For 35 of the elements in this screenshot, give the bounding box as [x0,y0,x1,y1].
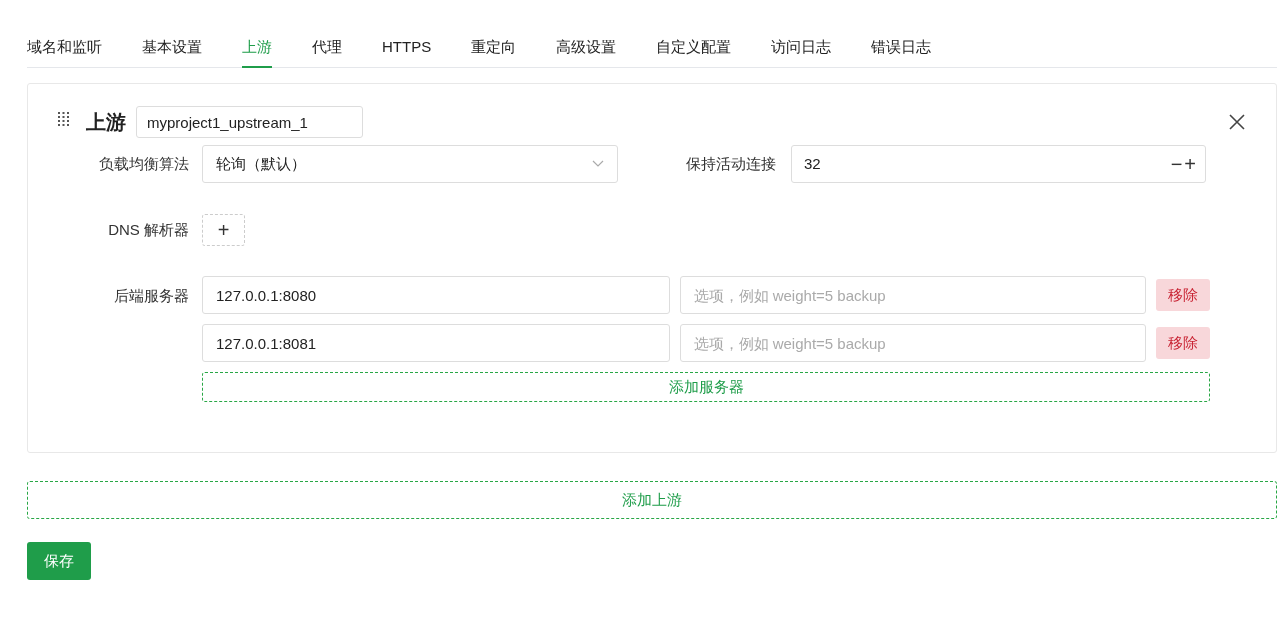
field-label: 保持活动连接 [686,153,777,174]
drag-handle-icon[interactable] [58,112,70,126]
tab[interactable]: 基本设置 [142,28,202,68]
select-value: 轮询（默认） [216,153,307,174]
remove-button[interactable]: 移除 [1156,279,1210,311]
field-label: DNS 解析器 [107,219,190,240]
server-options-field[interactable]: 选项，例如 weight=5 backup [679,324,1147,362]
field-label: 负载均衡算法 [98,153,190,174]
tab[interactable]: 上游 [242,28,272,68]
upstream-title: 上游 [86,110,126,135]
field-label: 后端服务器 [113,286,190,306]
decrement-button[interactable]: − [1169,154,1184,174]
increment-button[interactable]: + [1183,154,1197,174]
tab[interactable]: 重定向 [471,28,517,68]
save-button[interactable]: 保存 [27,542,91,580]
tab[interactable]: 代理 [312,28,342,68]
field-value: 32 [804,153,822,174]
tab[interactable]: 高级设置 [556,28,617,68]
add-upstream-button[interactable]: 添加上游 [27,481,1277,519]
remove-button[interactable]: 移除 [1156,327,1210,359]
add-dns-button[interactable]: + [202,214,245,246]
upstream-name-field[interactable]: myproject1_upstream_1 [136,106,363,138]
server-options-field[interactable]: 选项，例如 weight=5 backup [679,276,1147,314]
tab[interactable]: 访问日志 [771,28,832,68]
keepalive-field[interactable]: 32 −+ [791,145,1206,183]
add-server-button[interactable]: 添加服务器 [202,372,1210,402]
tab[interactable]: 域名和监听 [27,28,102,68]
tab[interactable]: HTTPS [382,28,432,68]
server-address-field[interactable]: 127.0.0.1:8080 [202,276,670,314]
server-address-field[interactable]: 127.0.0.1:8081 [202,324,670,362]
tab[interactable]: 自定义配置 [656,28,732,68]
algorithm-select[interactable]: 轮询（默认） [202,145,618,183]
tab[interactable]: 错误日志 [871,28,932,68]
caret-icon [592,160,604,168]
close-icon[interactable] [1228,113,1246,131]
